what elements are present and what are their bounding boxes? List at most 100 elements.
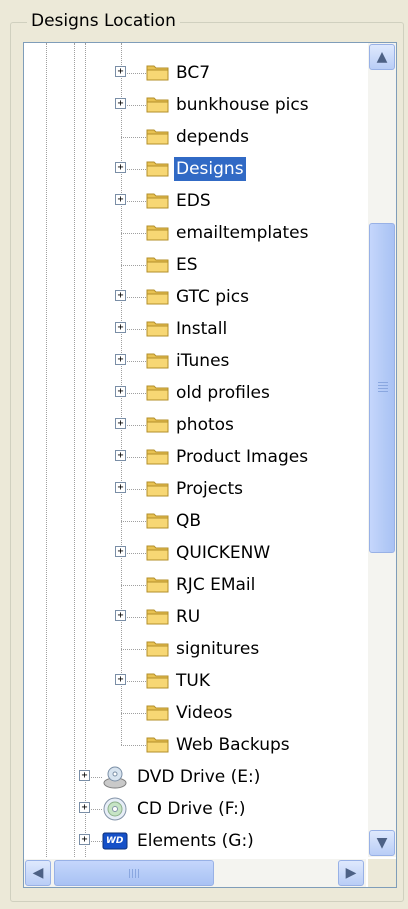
folder-icon (146, 190, 170, 210)
tree-folder-row[interactable]: + BC7 (24, 57, 366, 89)
horizontal-scroll-thumb[interactable] (54, 860, 214, 886)
tree-connector (121, 585, 146, 586)
folder-label: QB (176, 511, 202, 531)
expand-toggle[interactable]: + (115, 482, 126, 493)
folder-icon (146, 126, 170, 146)
horizontal-scrollbar[interactable]: ◀ ▶ (24, 859, 366, 887)
folder-label: RU (176, 607, 201, 627)
scroll-right-button[interactable]: ▶ (338, 860, 364, 886)
vertical-scroll-thumb[interactable] (369, 223, 395, 553)
tree-folder-row[interactable]: + Designs (24, 153, 366, 185)
folder-tree[interactable]: + BC7 + bunkhouse pics depends + Designs + EDS em… (23, 42, 397, 888)
tree-connector (121, 649, 146, 650)
tree-drive-row[interactable]: + DVD Drive (E:) (24, 761, 366, 793)
thumb-grip (378, 388, 388, 389)
folder-icon (146, 638, 170, 658)
expand-toggle[interactable]: + (115, 674, 126, 685)
tree-content: + BC7 + bunkhouse pics depends + Designs + EDS em… (24, 43, 366, 857)
tree-folder-row[interactable]: signitures (24, 633, 366, 665)
scroll-left-button[interactable]: ◀ (25, 860, 51, 886)
thumb-grip (135, 869, 136, 878)
thumb-grip (378, 391, 388, 392)
folder-icon (146, 286, 170, 306)
expand-toggle[interactable]: + (115, 450, 126, 461)
expand-toggle[interactable]: + (115, 66, 126, 77)
folder-label: GTC pics (176, 287, 249, 307)
tree-folder-row[interactable]: Videos (24, 697, 366, 729)
drive-label: DVD Drive (E:) (137, 767, 261, 787)
folder-icon (146, 478, 170, 498)
expand-toggle[interactable]: + (115, 290, 126, 301)
tree-folder-row[interactable]: + bunkhouse pics (24, 89, 366, 121)
tree-folder-row[interactable]: + Install (24, 313, 366, 345)
tree-drive-row[interactable]: + CD Drive (F:) (24, 793, 366, 825)
tree-connector (121, 265, 146, 266)
folder-icon (146, 382, 170, 402)
tree-folder-row[interactable]: RJC EMail (24, 569, 366, 601)
tree-connector (121, 233, 146, 234)
expand-toggle[interactable]: + (79, 834, 90, 845)
expand-toggle[interactable]: + (115, 546, 126, 557)
folder-icon (146, 702, 170, 722)
tree-folder-row[interactable]: depends (24, 121, 366, 153)
expand-toggle[interactable]: + (115, 194, 126, 205)
folder-icon (146, 510, 170, 530)
tree-folder-row[interactable]: QB (24, 505, 366, 537)
folder-icon (146, 350, 170, 370)
expand-toggle[interactable]: + (79, 802, 90, 813)
drive-label: CD Drive (F:) (137, 799, 246, 819)
tree-folder-row[interactable]: + old profiles (24, 377, 366, 409)
folder-icon (146, 574, 170, 594)
tree-folder-row[interactable]: + QUICKENW (24, 537, 366, 569)
folder-label: Designs (174, 157, 246, 181)
tree-drive-row[interactable]: + WD Elements (G:) (24, 825, 366, 857)
drive-badge: WD (106, 836, 124, 846)
folder-icon (146, 158, 170, 178)
tree-connector (121, 713, 146, 714)
folder-icon (146, 414, 170, 434)
expand-toggle[interactable]: + (115, 354, 126, 365)
tree-folder-row[interactable]: + EDS (24, 185, 366, 217)
folder-label: BC7 (176, 63, 211, 83)
tree-folder-row[interactable]: emailtemplates (24, 217, 366, 249)
folder-icon (146, 222, 170, 242)
tree-folder-row[interactable]: + Projects (24, 473, 366, 505)
expand-toggle[interactable]: + (115, 386, 126, 397)
tree-folder-row[interactable]: + Product Images (24, 441, 366, 473)
folder-label: QUICKENW (176, 543, 271, 563)
tree-folder-row[interactable]: + RU (24, 601, 366, 633)
tree-folder-row[interactable]: + TUK (24, 665, 366, 697)
folder-label: signitures (176, 639, 260, 659)
tree-connector (121, 745, 146, 746)
thumb-grip (378, 382, 388, 383)
folder-label: RJC EMail (176, 575, 256, 595)
tree-folder-row[interactable]: + photos (24, 409, 366, 441)
folder-label: emailtemplates (176, 223, 309, 243)
tree-folder-row[interactable]: + iTunes (24, 345, 366, 377)
cd-drive-icon (102, 796, 128, 822)
folder-icon (146, 606, 170, 626)
expand-toggle[interactable]: + (115, 322, 126, 333)
expand-toggle[interactable]: + (115, 610, 126, 621)
expand-toggle[interactable]: + (115, 98, 126, 109)
folder-label: depends (176, 127, 249, 147)
groupbox-title: Designs Location (27, 10, 180, 32)
folder-label: Projects (176, 479, 244, 499)
tree-folder-row[interactable]: ES (24, 249, 366, 281)
tree-folder-row[interactable]: + GTC pics (24, 281, 366, 313)
scroll-up-button[interactable]: ▲ (369, 44, 395, 70)
tree-connector (121, 521, 146, 522)
dvd-drive-icon (102, 764, 128, 790)
expand-toggle[interactable]: + (115, 162, 126, 173)
expand-toggle[interactable]: + (79, 770, 90, 781)
folder-icon (146, 542, 170, 562)
vertical-scrollbar[interactable]: ▲ ▼ (368, 43, 396, 857)
folder-label: old profiles (176, 383, 270, 403)
expand-toggle[interactable]: + (115, 418, 126, 429)
folder-icon (146, 446, 170, 466)
folder-label: bunkhouse pics (176, 95, 309, 115)
tree-folder-row[interactable]: Web Backups (24, 729, 366, 761)
folder-label: Videos (176, 703, 233, 723)
tree-connector (121, 137, 146, 138)
scroll-down-button[interactable]: ▼ (369, 830, 395, 856)
